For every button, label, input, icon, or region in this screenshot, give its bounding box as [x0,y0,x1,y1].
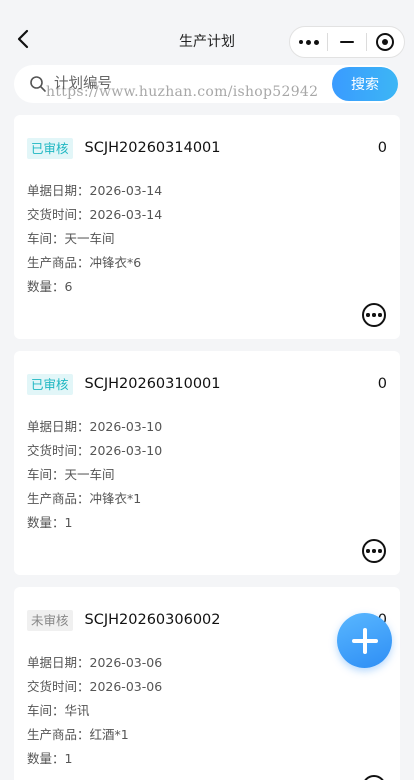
mini-program-capsule [289,26,405,58]
product: 生产商品：冲锋衣*6 [27,254,142,270]
status-badge: 已审核 [27,137,73,159]
more-options-icon[interactable] [362,775,386,780]
plan-card-header: 未审核 SCJH20260306002 0 [27,609,387,631]
doc-date: 单据日期：2026-03-14 [27,182,163,198]
plan-code: SCJH20260306002 [84,612,221,628]
quantity: 数量：1 [27,750,73,766]
status-badge: 已审核 [27,373,73,395]
quantity: 数量：6 [27,278,73,294]
watermark: https://www.huzhan.com/ishop52942 [46,84,319,100]
plan-code: SCJH20260310001 [84,376,221,392]
search-icon [30,76,46,92]
more-options-icon[interactable] [362,303,386,327]
search-button[interactable]: 搜索 [332,67,398,101]
workshop: 车间：华讯 [27,702,90,718]
delivery-time: 交货时间：2026-03-14 [27,206,163,222]
plan-card[interactable]: 已审核 SCJH20260314001 0 单据日期：2026-03-14 交货… [14,115,400,339]
plan-card[interactable]: 未审核 SCJH20260306002 0 单据日期：2026-03-06 交货… [14,587,400,780]
delivery-time: 交货时间：2026-03-06 [27,678,163,694]
workshop: 车间：天一车间 [27,230,115,246]
plan-card[interactable]: 已审核 SCJH20260310001 0 单据日期：2026-03-10 交货… [14,351,400,575]
doc-date: 单据日期：2026-03-06 [27,654,163,670]
status-badge: 未审核 [27,609,73,631]
close-target-icon[interactable] [367,27,404,57]
product: 生产商品：冲锋衣*1 [27,490,142,506]
plan-count: 0 [377,140,387,156]
more-dots-icon[interactable] [290,27,327,57]
minimize-icon[interactable] [328,27,365,57]
product: 生产商品：红酒*1 [27,726,129,742]
plan-details: 单据日期：2026-03-10 交货时间：2026-03-10 车间：天一车间 … [27,413,162,533]
plan-card-header: 已审核 SCJH20260310001 0 [27,373,387,395]
delivery-time: 交货时间：2026-03-10 [27,442,163,458]
quantity: 数量：1 [27,514,73,530]
plan-count: 0 [377,376,387,392]
plan-card-header: 已审核 SCJH20260314001 0 [27,137,387,159]
plus-icon[interactable] [337,613,392,668]
plan-details: 单据日期：2026-03-06 交货时间：2026-03-06 车间：华讯 生产… [27,649,162,769]
navigation-bar: 生产计划 [0,0,414,62]
more-options-icon[interactable] [362,539,386,563]
doc-date: 单据日期：2026-03-10 [27,418,163,434]
plan-details: 单据日期：2026-03-14 交货时间：2026-03-14 车间：天一车间 … [27,177,162,297]
workshop: 车间：天一车间 [27,466,115,482]
plan-code: SCJH20260314001 [84,140,221,156]
